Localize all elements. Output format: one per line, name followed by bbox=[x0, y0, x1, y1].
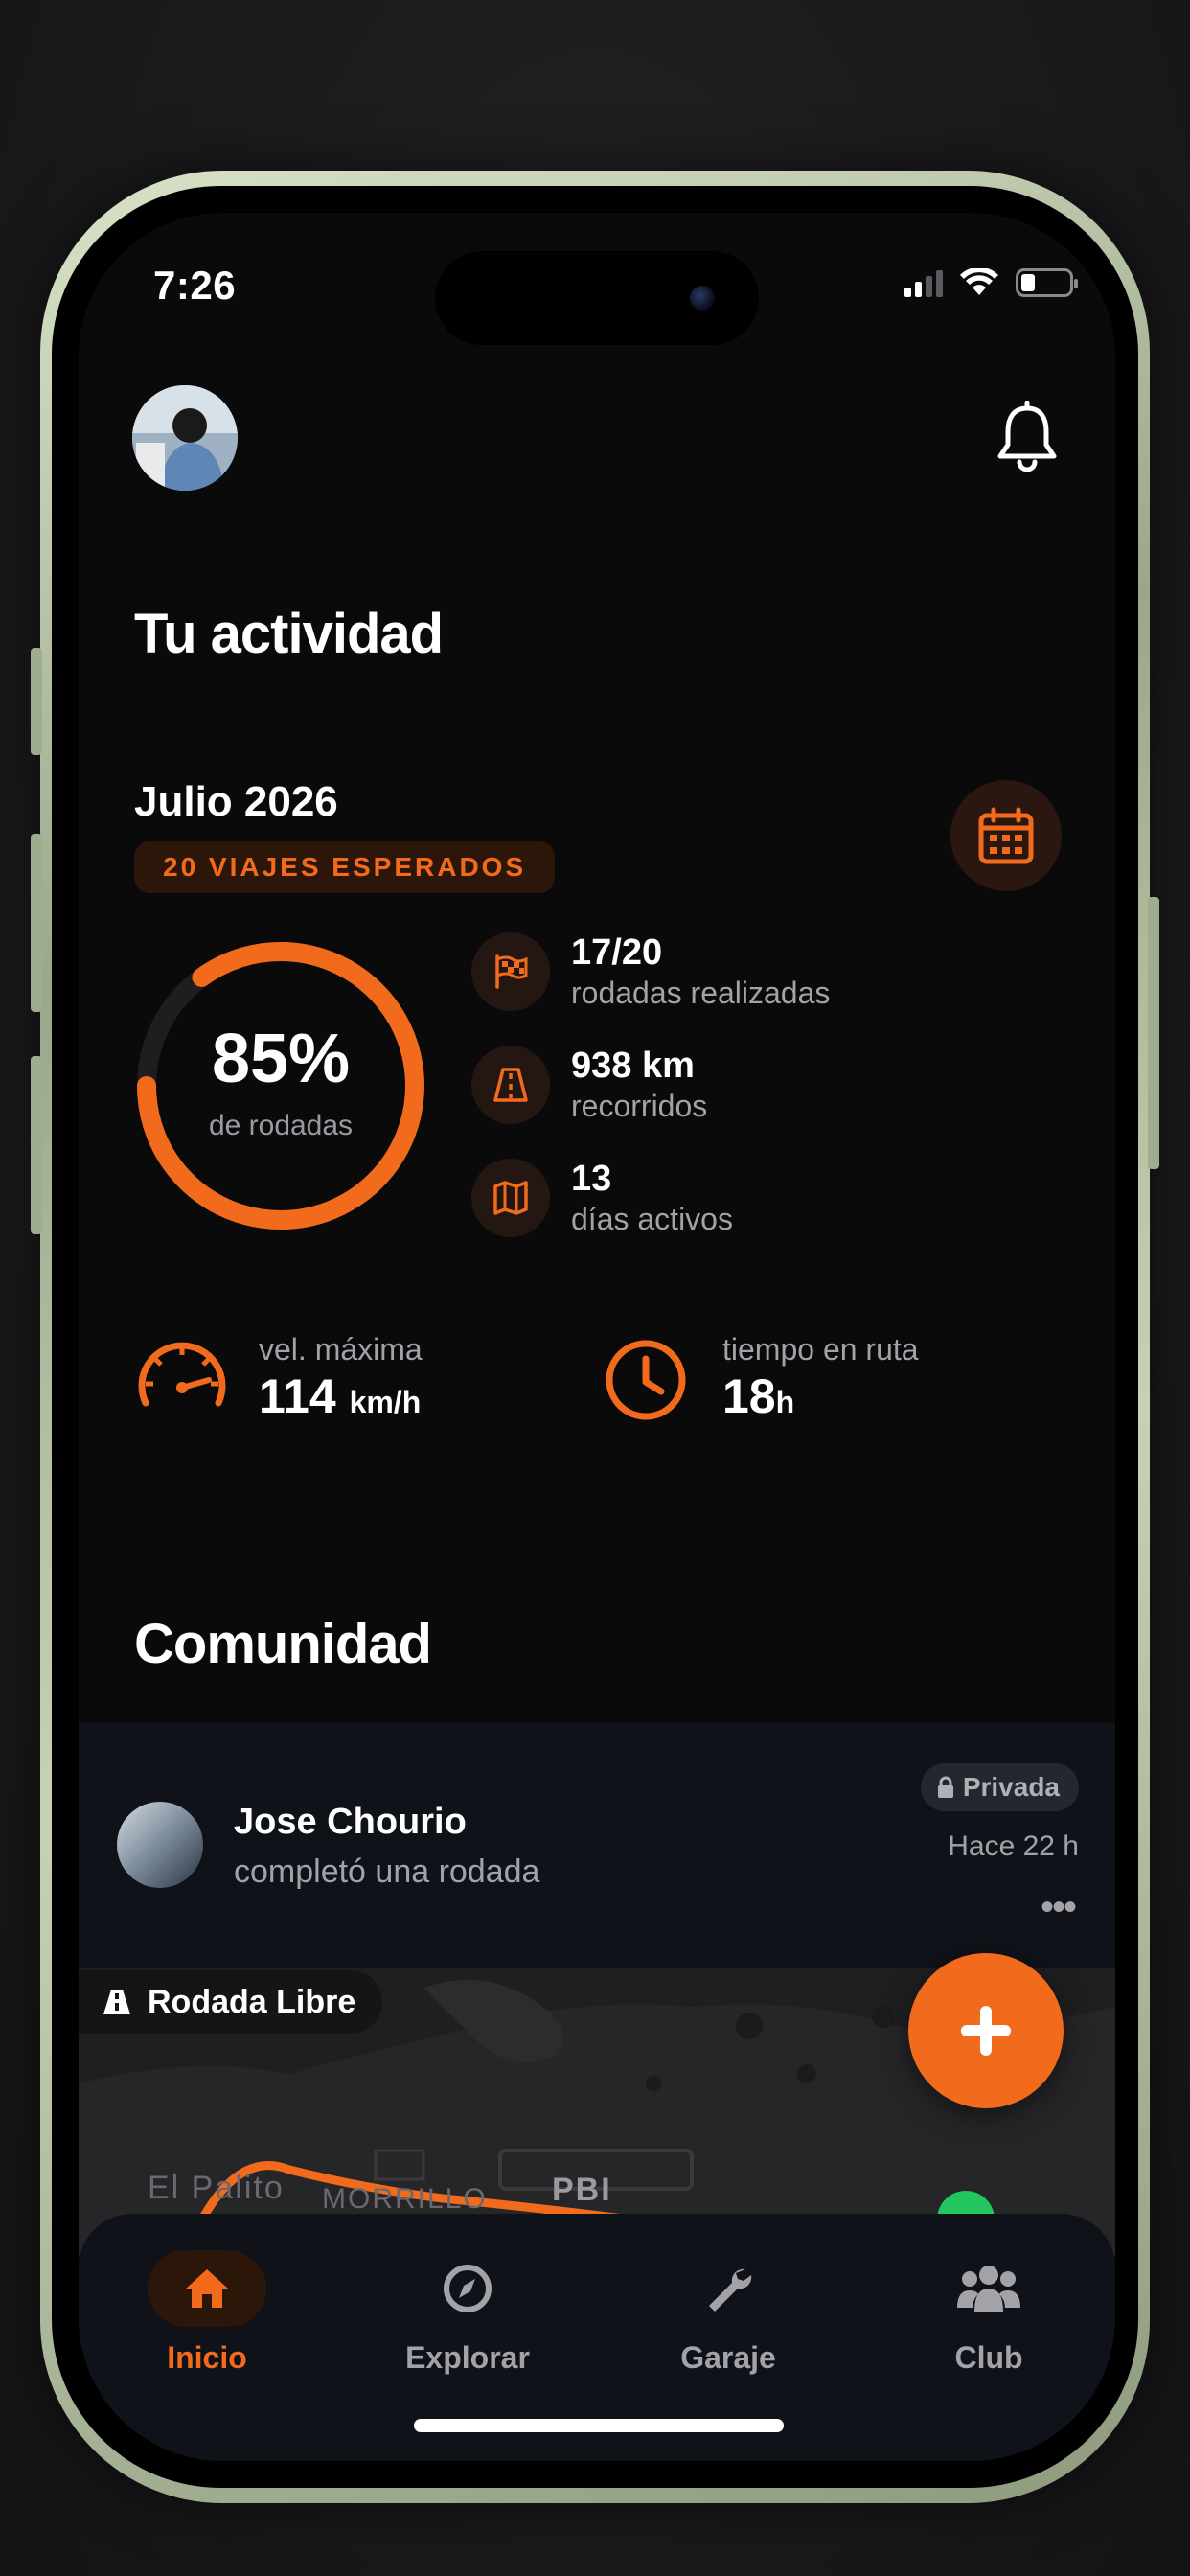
post-avatar[interactable] bbox=[117, 1802, 203, 1888]
privacy-label: Privada bbox=[962, 1772, 1060, 1802]
map-label-morrillo: MORRILLO bbox=[322, 2183, 488, 2215]
map-label-pbi: PBI bbox=[552, 2172, 612, 2208]
progress-caption: de rodadas bbox=[208, 1110, 354, 1141]
stat-label: rodadas realizadas bbox=[571, 976, 831, 1010]
tab-club[interactable]: Club bbox=[893, 2250, 1085, 2376]
tab-bar: Inicio Explorar Garaje Club bbox=[79, 2214, 1115, 2461]
power-button bbox=[1148, 897, 1159, 1169]
tab-label: Garaje bbox=[680, 2340, 776, 2375]
map-label-el-palito: El Palito bbox=[148, 2170, 285, 2206]
activity-month: Julio 2026 bbox=[134, 778, 338, 825]
progress-percent: 85% bbox=[211, 1021, 351, 1097]
calendar-button[interactable] bbox=[950, 780, 1062, 891]
post-time: Hace 22 h bbox=[948, 1830, 1079, 1862]
speedometer-icon bbox=[138, 1342, 226, 1407]
dynamic-island bbox=[435, 251, 759, 345]
stat-active-days: 13 días activos bbox=[471, 1158, 733, 1238]
post-action: completó una rodada bbox=[234, 1853, 540, 1890]
road-icon bbox=[103, 1990, 130, 2014]
more-options-icon[interactable]: ••• bbox=[1041, 1886, 1077, 1929]
status-icons bbox=[904, 268, 1078, 297]
route-time-value: 18 bbox=[722, 1369, 776, 1423]
stat-distance: 938 km recorridos bbox=[471, 1045, 707, 1125]
stat-value: 17/20 bbox=[571, 932, 663, 973]
max-speed-metric: vel. máxima 114 km/h bbox=[132, 1330, 423, 1430]
users-icon bbox=[929, 2250, 1048, 2327]
stat-value: 938 km bbox=[571, 1046, 695, 1086]
action-button bbox=[31, 648, 42, 755]
add-ride-button[interactable] bbox=[908, 1953, 1064, 2108]
avatar-photo bbox=[132, 385, 238, 491]
wifi-icon bbox=[960, 268, 998, 295]
screen: 7:26 Tu actividad Julio 2026 20 VIAJES E… bbox=[79, 213, 1115, 2461]
stat-label: recorridos bbox=[571, 1089, 708, 1123]
tab-label: Club bbox=[954, 2340, 1023, 2375]
tab-inicio[interactable]: Inicio bbox=[111, 2250, 303, 2376]
road-icon bbox=[471, 1046, 550, 1124]
ride-type-label: Rodada Libre bbox=[148, 1983, 356, 2020]
ride-type-chip: Rodada Libre bbox=[79, 1970, 383, 2034]
camera-icon bbox=[690, 286, 715, 310]
max-speed-label: vel. máxima bbox=[259, 1332, 423, 1367]
max-speed-value: 114 bbox=[259, 1369, 336, 1423]
volume-up-button bbox=[31, 834, 42, 1012]
map-icon bbox=[471, 1159, 550, 1237]
wrench-icon bbox=[669, 2250, 788, 2327]
checkered-flag-icon bbox=[471, 932, 550, 1011]
status-time: 7:26 bbox=[153, 263, 237, 308]
profile-avatar[interactable] bbox=[132, 385, 238, 491]
cellular-signal-icon bbox=[904, 268, 943, 297]
stat-rides: 17/20 rodadas realizadas bbox=[471, 932, 830, 1012]
calendar-icon bbox=[978, 807, 1034, 864]
post-user-name[interactable]: Jose Chourio bbox=[234, 1802, 467, 1843]
route-time-unit: h bbox=[775, 1385, 795, 1419]
tab-garaje[interactable]: Garaje bbox=[632, 2250, 824, 2376]
page-title: Tu actividad bbox=[134, 603, 444, 665]
tab-label: Explorar bbox=[405, 2340, 530, 2375]
battery-icon bbox=[1016, 268, 1078, 297]
plus-icon bbox=[961, 2006, 1011, 2056]
tab-explorar[interactable]: Explorar bbox=[372, 2250, 563, 2376]
compass-icon bbox=[408, 2250, 527, 2327]
max-speed-unit: km/h bbox=[349, 1385, 422, 1419]
route-time-label: tiempo en ruta bbox=[722, 1332, 919, 1367]
community-title: Comunidad bbox=[134, 1613, 432, 1675]
stat-label: días activos bbox=[571, 1202, 733, 1236]
notification-bell-icon[interactable] bbox=[993, 401, 1062, 473]
home-icon bbox=[148, 2250, 266, 2327]
home-indicator[interactable] bbox=[414, 2419, 784, 2432]
tab-label: Inicio bbox=[167, 2340, 247, 2375]
stat-value: 13 bbox=[571, 1159, 612, 1199]
expected-trips-badge: 20 VIAJES ESPERADOS bbox=[134, 841, 556, 893]
community-post[interactable]: Jose Chourio completó una rodada Privada… bbox=[79, 1723, 1115, 1968]
volume-down-button bbox=[31, 1056, 42, 1234]
route-time-metric: tiempo en ruta 18h bbox=[596, 1330, 919, 1430]
lock-icon bbox=[937, 1776, 953, 1798]
privacy-badge: Privada bbox=[920, 1763, 1079, 1811]
clock-icon bbox=[606, 1340, 686, 1420]
